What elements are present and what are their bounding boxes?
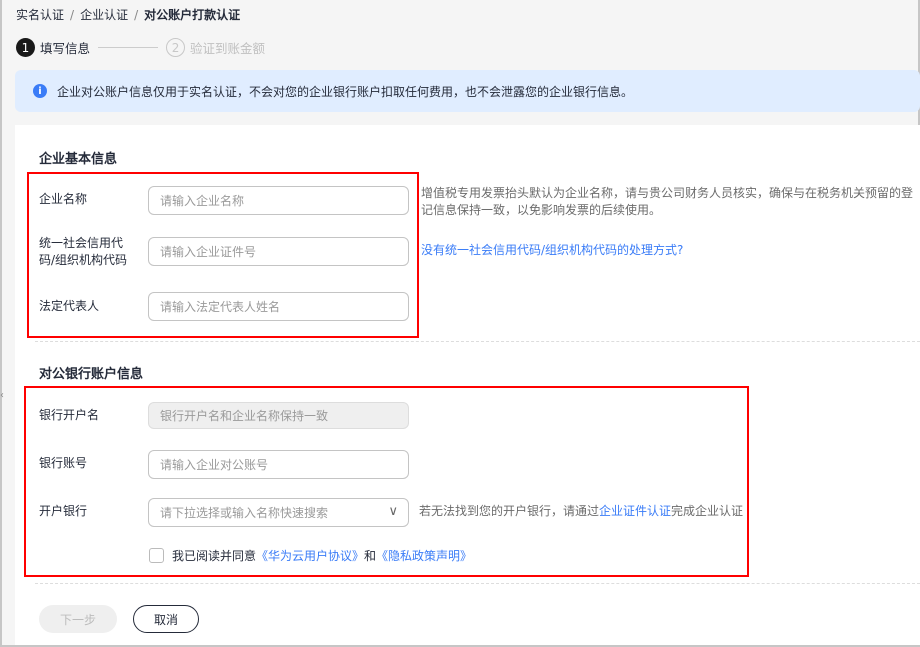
step-number: 2	[166, 38, 186, 57]
agreement-text: 我已阅读并同意《华为云用户协议》和《隐私政策声明》	[172, 547, 472, 564]
form-card: 企业基本信息 企业名称 请输入企业名称 统一社会信用代码/组织机构代码 请输入企…	[15, 125, 920, 645]
step-label: 验证到账金额	[190, 41, 266, 56]
stepper: 1 填写信息 2 验证到账金额	[16, 38, 265, 57]
no-code-link[interactable]: 没有统一社会信用代码/组织机构代码的处理方式?	[421, 242, 683, 259]
breadcrumb: 实名认证 / 企业认证 / 对公账户打款认证	[16, 8, 241, 22]
company-name-input[interactable]: 请输入企业名称	[148, 186, 409, 215]
account-number-input[interactable]: 请输入企业对公账号	[148, 450, 409, 479]
field-label: 开户银行	[39, 504, 88, 518]
account-name-input: 银行开户名和企业名称保持一致	[148, 402, 409, 429]
agree-text: 和	[364, 549, 377, 563]
collapse-handle[interactable]: ‹	[0, 390, 6, 430]
step-divider	[98, 47, 159, 48]
field-label: 法定代表人	[39, 299, 100, 313]
breadcrumb-item[interactable]: 实名认证	[16, 8, 64, 22]
cancel-button[interactable]: 取消	[133, 605, 199, 633]
field-label: 企业名称	[39, 192, 88, 206]
agree-text: 我已阅读并同意	[172, 549, 257, 563]
user-agreement-link[interactable]: 《华为云用户协议》	[256, 549, 364, 563]
breadcrumb-current: 对公账户打款认证	[144, 8, 241, 22]
bank-select[interactable]: 请下拉选择或输入名称快速搜索 ∨	[148, 498, 409, 527]
info-banner: i 企业对公账户信息仅用于实名认证，不会对您的企业银行账户扣取任何费用，也不会泄露…	[15, 70, 920, 112]
divider	[35, 341, 920, 342]
field-label: 统一社会信用代码/组织机构代码	[39, 236, 128, 267]
field-label: 银行开户名	[39, 408, 100, 422]
certificate-auth-link[interactable]: 企业证件认证	[599, 504, 671, 518]
agree-checkbox[interactable]	[149, 548, 164, 563]
step-number: 1	[16, 38, 35, 57]
chevron-down-icon: ∨	[388, 504, 398, 519]
field-label: 银行账号	[39, 456, 88, 470]
invoice-hint: 增值税专用发票抬头默认为企业名称，请与贵公司财务人员核实，确保与在税务机关预留的…	[421, 186, 914, 217]
bank-select-placeholder: 请下拉选择或输入名称快速搜索	[160, 506, 329, 520]
divider	[35, 583, 920, 584]
info-text: 企业对公账户信息仅用于实名认证，不会对您的企业银行账户扣取任何费用，也不会泄露您…	[57, 84, 634, 99]
info-icon: i	[33, 84, 47, 98]
step-label: 填写信息	[40, 41, 91, 56]
section-title: 对公银行账户信息	[39, 367, 144, 382]
company-id-input[interactable]: 请输入企业证件号	[148, 237, 409, 266]
next-button[interactable]: 下一步	[39, 605, 117, 633]
privacy-link[interactable]: 《隐私政策声明》	[376, 549, 472, 563]
bank-hint-text: 完成企业认证	[671, 504, 744, 518]
legal-rep-input[interactable]: 请输入法定代表人姓名	[148, 292, 409, 321]
breadcrumb-item[interactable]: 企业认证	[80, 8, 128, 22]
section-title: 企业基本信息	[39, 152, 118, 167]
bank-hint: 若无法找到您的开户银行，请通过企业证件认证完成企业认证	[419, 503, 743, 520]
bank-hint-text: 若无法找到您的开户银行，请通过	[419, 504, 600, 518]
